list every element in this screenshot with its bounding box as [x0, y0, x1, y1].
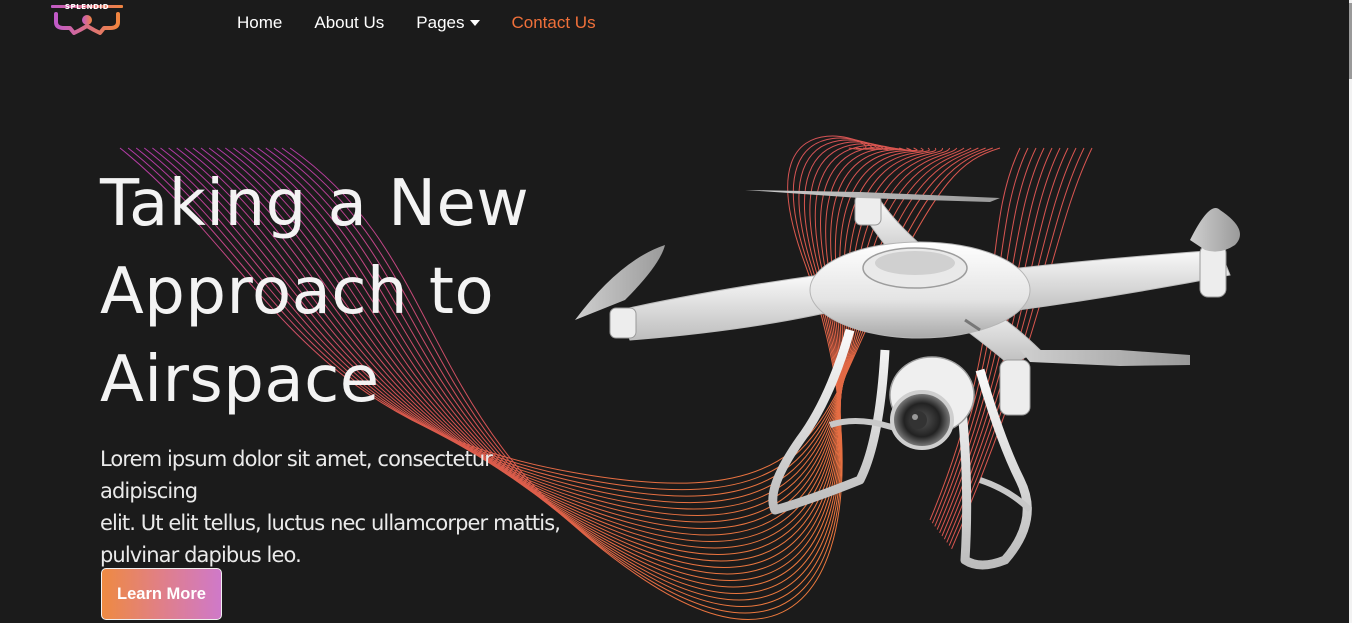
nav-contact-us-link[interactable]: Contact Us [512, 13, 596, 33]
nav-pages-label: Pages [416, 13, 465, 32]
hero-description-line: Lorem ipsum dolor sit amet, consectetur … [100, 447, 493, 503]
nav-contact-us-label: Contact Us [511, 13, 596, 32]
nav-pages-dropdown[interactable]: Pages [416, 13, 480, 33]
hero-description-line: pulvinar dapibus leo. [100, 543, 302, 567]
nav-home-link[interactable]: Home [237, 13, 282, 33]
hero-title: Taking a New Approach to Airspace [100, 160, 620, 424]
nav-about-us-label: About Us [314, 13, 385, 32]
nav-home-label: Home [237, 13, 283, 32]
page: SPLENDID Home About Us Pages Contact Us [0, 0, 1352, 623]
quadcopter-drone-image [575, 190, 1240, 570]
main-navigation: Home About Us Pages Contact Us [237, 12, 628, 34]
brand-logo[interactable]: SPLENDID [50, 0, 126, 40]
brand-name: SPLENDID [64, 3, 110, 11]
caret-down-icon [469, 20, 480, 26]
learn-more-button[interactable]: Learn More [101, 568, 222, 620]
nav-about-us-link[interactable]: About Us [314, 13, 384, 33]
hero-description: Lorem ipsum dolor sit amet, consectetur … [100, 443, 580, 571]
hero-description-line: elit. Ut elit tellus, luctus nec ullamco… [100, 511, 561, 535]
hero-title-line: Taking a New [100, 167, 530, 241]
hero-title-line: Airspace [100, 343, 380, 417]
hero-title-line: Approach to [100, 255, 495, 329]
